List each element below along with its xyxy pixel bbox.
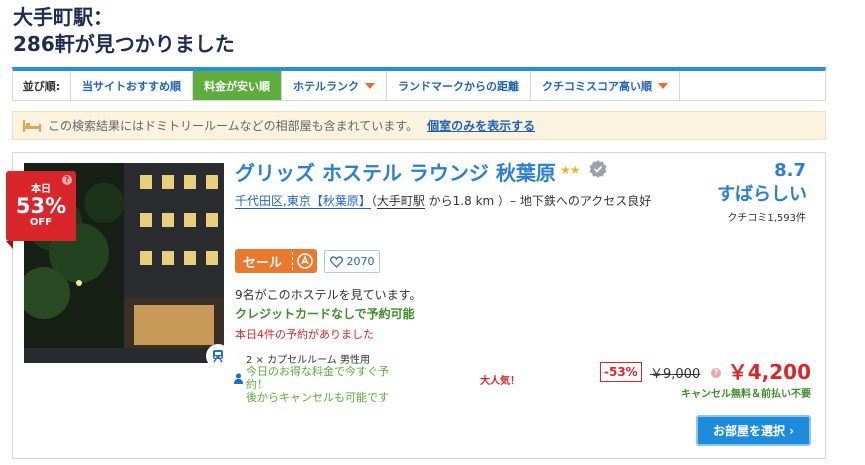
page-title: 大手町駅： 286軒が見つかりました: [13, 4, 235, 58]
free-cancellation-note: キャンセル無料＆前払い不要: [681, 389, 811, 400]
sort-option-landmark-distance[interactable]: ランドマークからの距離: [387, 71, 531, 100]
question-icon[interactable]: ?: [62, 175, 72, 185]
sort-option-review-score[interactable]: クチコミスコア高い順: [531, 71, 680, 100]
current-price: ￥4,200: [727, 360, 811, 384]
sort-option-label: ランドマークからの距離: [398, 79, 519, 93]
deal-text-line2: 後からキャンセルも可能です: [246, 391, 389, 404]
chevron-down-icon: [365, 82, 375, 89]
sort-option-recommended[interactable]: 当サイトおすすめ順: [71, 71, 193, 100]
location-description: ）– 地下鉄へのアクセス良好: [498, 194, 652, 208]
viewers-text: 9名がこのホステルを見ています。: [235, 288, 422, 302]
train-icon: [206, 344, 224, 363]
sort-option-label: クチコミスコア高い順: [542, 79, 652, 93]
deal-text-line1: 今日のお得な料金で今すぐ予約！: [246, 365, 389, 391]
room-type: 2 × カプセルルーム 男性用: [246, 355, 370, 366]
review-count[interactable]: クチコミ1,593件: [727, 209, 806, 224]
no-credit-card-text: クレジットカードなしで予約可能: [235, 307, 415, 321]
distance-text: から1.8 km: [424, 194, 499, 208]
favorite-button[interactable]: 2070: [324, 250, 380, 273]
sort-option-label: ホテルランク: [293, 79, 359, 93]
original-price: ￥9,000: [650, 367, 701, 382]
sort-option-lowest-price[interactable]: 料金が安い順: [193, 71, 282, 100]
chevron-down-icon: [658, 82, 668, 89]
sort-bar: 並び順: 当サイトおすすめ順 料金が安い順 ホテルランク ランドマークからの距離…: [12, 67, 826, 101]
sale-badge: セール: [235, 249, 317, 273]
notice-text: この検索結果にはドミトリールームなどの相部屋も含まれています。: [48, 119, 419, 133]
location-info: 千代田区,東京【秋葉原】（大手町駅 から1.8 km ）– 地下鉄へのアクセス良…: [235, 190, 680, 213]
discount-ribbon: ? 本日 53% OFF: [6, 171, 76, 249]
review-score-word: すばらしい: [717, 184, 807, 205]
location-paren: （: [370, 194, 377, 208]
question-icon[interactable]: ?: [711, 368, 721, 378]
sort-option-hotel-rank[interactable]: ホテルランク: [282, 71, 387, 100]
ribbon-off: OFF: [29, 217, 53, 228]
review-score: 8.7: [774, 160, 806, 181]
sort-option-label: 料金が安い順: [204, 79, 270, 93]
person-icon: [234, 373, 243, 384]
bed-icon: [23, 119, 41, 132]
choose-room-button[interactable]: お部屋を選択 ›: [696, 415, 811, 446]
deal-text: 今日のお得な料金で今すぐ予約！ 後からキャンセルも可能です: [246, 365, 406, 404]
private-rooms-only-link[interactable]: 個室のみを表示する: [427, 117, 535, 134]
favorite-count: 2070: [346, 255, 375, 268]
station-link[interactable]: 大手町駅: [376, 194, 425, 209]
sale-label: セール: [243, 255, 283, 271]
sort-option-label: 当サイトおすすめ順: [82, 79, 181, 93]
area-link[interactable]: 千代田区,東京【秋葉原】: [235, 194, 371, 209]
dormitory-notice: この検索結果にはドミトリールームなどの相部屋も含まれています。 個室のみを表示す…: [12, 111, 826, 140]
popular-badge: 大人気！: [480, 376, 520, 387]
discount-percent-box: -53%: [600, 362, 642, 382]
star-rating: ★★: [560, 163, 580, 177]
hotel-card: ? 本日 53% OFF グリッズ ホステル ラウンジ 秋葉原 ★★ 千代田区,…: [6, 152, 826, 459]
page-title-line1: 大手町駅：: [13, 5, 113, 29]
hotel-name-link[interactable]: グリッズ ホステル ラウンジ 秋葉原: [235, 157, 556, 186]
sale-badge-icon: [297, 253, 313, 269]
page-title-line2: 286軒が見つかりました: [13, 32, 235, 56]
sort-label: 並び順:: [13, 71, 71, 100]
ribbon-percent: 53%: [15, 194, 67, 218]
sale-divider: [292, 252, 293, 270]
verified-check-icon: [589, 160, 607, 178]
booked-today-text: 本日4件の予約がありました: [235, 328, 374, 341]
heart-icon: [329, 255, 343, 268]
